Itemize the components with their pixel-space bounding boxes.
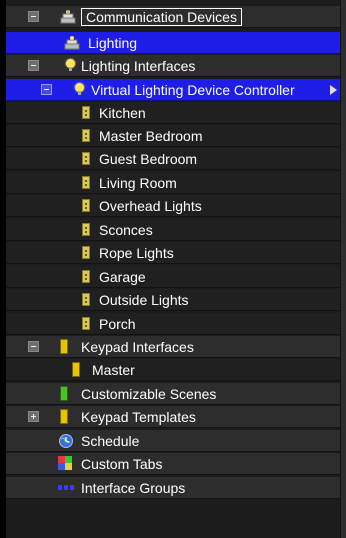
tree-item-label: Master Bedroom — [99, 128, 203, 144]
lighting-load-icon — [82, 129, 90, 142]
devices-icon — [60, 10, 76, 24]
keypad-icon — [60, 339, 68, 354]
tree-item-load[interactable]: Overhead Lights — [6, 195, 341, 217]
tree-item-label: Guest Bedroom — [99, 151, 198, 167]
lighting-load-icon — [82, 293, 90, 306]
project-tree-panel: Communication Devices Lighting Lighting … — [6, 0, 346, 538]
tree-item-interface-groups[interactable]: Interface Groups — [6, 477, 341, 499]
collapse-icon[interactable] — [28, 341, 39, 352]
tree-item-load[interactable]: Rope Lights — [6, 242, 341, 264]
globe-clock-icon — [59, 434, 73, 448]
tree-item-label: Keypad Templates — [81, 409, 196, 425]
tree-item-communication-devices[interactable]: Communication Devices — [6, 6, 341, 28]
lighting-load-icon — [82, 223, 90, 236]
expand-right-arrow-icon[interactable] — [330, 85, 337, 95]
tree-item-label: Virtual Lighting Device Controller — [91, 82, 295, 98]
tree-item-label: Sconces — [99, 222, 153, 238]
keypad-icon — [60, 409, 68, 424]
tree-item-label: Master — [92, 362, 135, 378]
tree-item-label: Overhead Lights — [99, 198, 202, 214]
bulb-icon — [66, 59, 75, 71]
keypad-icon — [72, 362, 80, 377]
lighting-load-icon — [82, 317, 90, 330]
tree-item-keypad-templates[interactable]: Keypad Templates — [6, 406, 341, 428]
expand-icon[interactable] — [28, 411, 39, 422]
devices-icon — [64, 36, 80, 50]
groups-icon — [58, 485, 76, 490]
tree-item-label: Schedule — [81, 433, 140, 449]
bulb-icon — [75, 83, 84, 95]
tree-item-label: Customizable Scenes — [81, 386, 217, 402]
tree-item-label: Lighting — [88, 35, 138, 51]
collapse-icon[interactable] — [41, 84, 52, 95]
tree-item-load[interactable]: Guest Bedroom — [6, 148, 341, 170]
tree-item-master[interactable]: Master — [6, 359, 341, 381]
tree-item-customizable-scenes[interactable]: Customizable Scenes — [6, 383, 341, 405]
vertical-scrollbar[interactable] — [340, 0, 346, 538]
tree-item-keypad-interfaces[interactable]: Keypad Interfaces — [6, 336, 341, 358]
tree-item-load[interactable]: Master Bedroom — [6, 125, 341, 147]
tree-item-label: Keypad Interfaces — [81, 339, 194, 355]
lighting-load-icon — [82, 152, 90, 165]
lighting-load-icon — [82, 199, 90, 212]
tree-item-load[interactable]: Garage — [6, 266, 341, 288]
collapse-icon[interactable] — [28, 60, 39, 71]
tree-item-label: Interface Groups — [81, 480, 186, 496]
tree-item-label: Communication Devices — [81, 8, 242, 26]
keypad-icon — [60, 386, 68, 401]
lighting-load-icon — [82, 106, 90, 119]
tree-item-custom-tabs[interactable]: Custom Tabs — [6, 453, 341, 475]
tree-item-label: Garage — [99, 269, 146, 285]
tree-item-label: Lighting Interfaces — [81, 58, 196, 74]
tree-item-label: Custom Tabs — [81, 456, 163, 472]
tree-item-label: Kitchen — [99, 105, 146, 121]
tabs-icon — [58, 456, 72, 470]
collapse-icon[interactable] — [28, 11, 39, 22]
tree-empty-area — [6, 500, 341, 538]
tree-item-virtual-lighting-device-controller[interactable]: Virtual Lighting Device Controller — [6, 79, 341, 101]
lighting-load-icon — [82, 246, 90, 259]
tree-item-lighting[interactable]: Lighting — [6, 32, 341, 54]
tree-item-load[interactable]: Kitchen — [6, 102, 341, 124]
tree-item-label: Porch — [99, 316, 136, 332]
tree-item-load[interactable]: Outside Lights — [6, 289, 341, 311]
lighting-load-icon — [82, 270, 90, 283]
tree-item-load[interactable]: Sconces — [6, 219, 341, 241]
lighting-load-icon — [82, 176, 90, 189]
tree-item-load[interactable]: Living Room — [6, 172, 341, 194]
tree-item-schedule[interactable]: Schedule — [6, 430, 341, 452]
tree-item-load[interactable]: Porch — [6, 313, 341, 335]
tree-item-label: Outside Lights — [99, 292, 189, 308]
tree-item-lighting-interfaces[interactable]: Lighting Interfaces — [6, 55, 341, 77]
tree-item-label: Living Room — [99, 175, 177, 191]
tree-item-label: Rope Lights — [99, 245, 174, 261]
